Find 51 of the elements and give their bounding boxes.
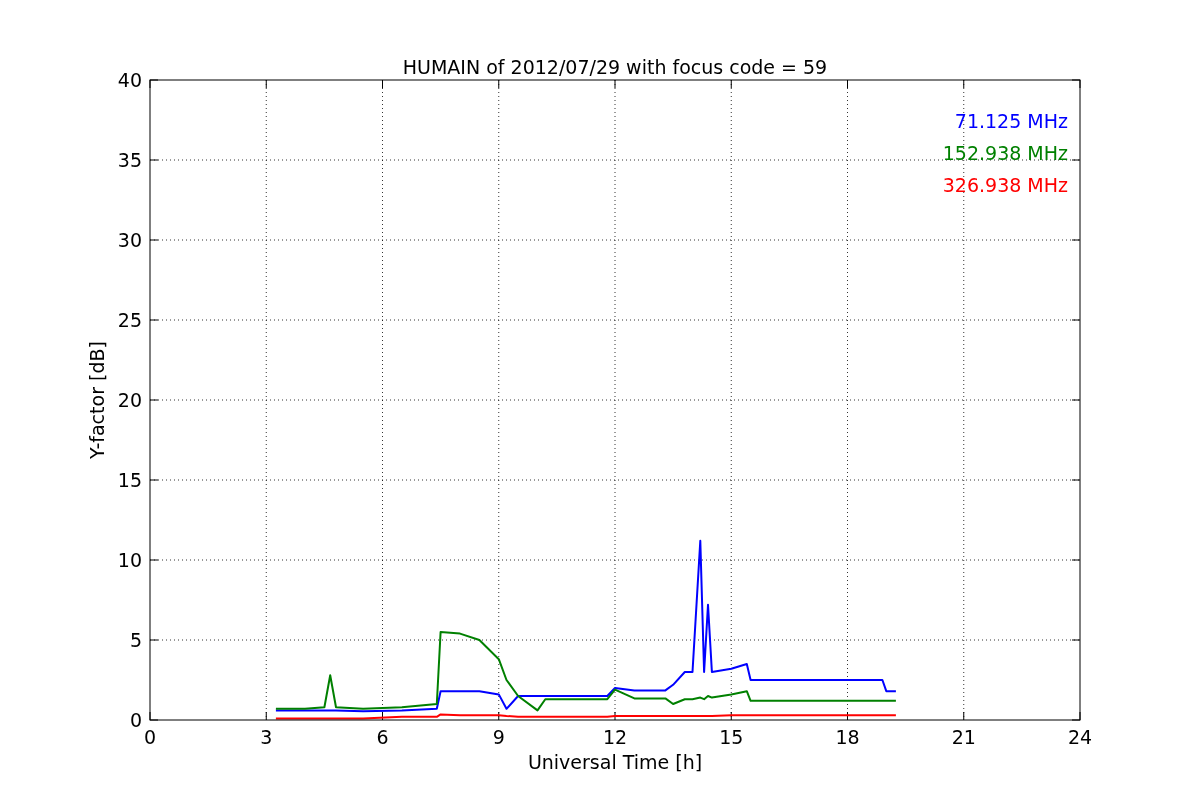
x-axis-label: Universal Time [h] bbox=[527, 751, 703, 773]
x-tick-label: 21 bbox=[951, 726, 976, 748]
tick-mark bbox=[1071, 479, 1081, 481]
y-tick-label: 5 bbox=[129, 629, 142, 651]
tick-mark bbox=[847, 79, 848, 89]
tick-mark bbox=[1071, 559, 1081, 561]
tick-mark bbox=[149, 479, 159, 481]
tick-mark bbox=[1071, 239, 1081, 241]
tick-mark bbox=[149, 639, 159, 641]
tick-mark bbox=[614, 79, 616, 89]
legend-label: 326.938 MHz bbox=[942, 174, 1068, 196]
y-axis-label: Y-factor [dB] bbox=[86, 341, 108, 459]
tick-mark bbox=[149, 239, 159, 241]
x-tick-label: 24 bbox=[1067, 726, 1093, 748]
tick-mark bbox=[498, 711, 500, 721]
x-tick-label: 9 bbox=[492, 726, 505, 748]
tick-mark bbox=[614, 711, 616, 721]
tick-mark bbox=[149, 559, 159, 561]
chart-title: HUMAIN of 2012/07/29 with focus code = 59 bbox=[402, 56, 828, 78]
tick-mark bbox=[1071, 639, 1081, 641]
y-tick-label: 0 bbox=[129, 709, 142, 731]
tick-mark bbox=[1071, 319, 1081, 321]
tick-mark bbox=[265, 711, 267, 721]
legend-label: 152.938 MHz bbox=[942, 142, 1068, 164]
x-tick-label: 18 bbox=[835, 726, 860, 748]
y-tick-label: 30 bbox=[117, 229, 142, 251]
y-tick-label: 20 bbox=[117, 389, 142, 411]
tick-mark bbox=[498, 79, 500, 89]
tick-mark bbox=[1071, 159, 1081, 161]
tick-mark bbox=[149, 399, 159, 401]
tick-mark bbox=[149, 319, 159, 321]
y-tick-label: 40 bbox=[117, 69, 142, 91]
x-tick-label: 3 bbox=[260, 726, 273, 748]
y-tick-label: 35 bbox=[117, 149, 142, 171]
tick-mark bbox=[730, 711, 732, 721]
tick-mark bbox=[963, 711, 965, 721]
x-tick-label: 12 bbox=[602, 726, 628, 748]
legend-label: 71.125 MHz bbox=[954, 110, 1068, 132]
tick-mark bbox=[1071, 399, 1081, 401]
x-tick-label: 6 bbox=[376, 726, 389, 748]
tick-mark bbox=[265, 79, 267, 89]
x-tick-label: 15 bbox=[719, 726, 744, 748]
y-tick-label: 15 bbox=[117, 469, 142, 491]
y-tick-label: 10 bbox=[117, 549, 142, 571]
tick-mark bbox=[730, 79, 732, 89]
tick-mark bbox=[149, 159, 159, 161]
tick-mark bbox=[382, 79, 383, 89]
x-tick-label: 0 bbox=[143, 726, 157, 748]
tick-mark bbox=[847, 711, 848, 721]
tick-mark bbox=[963, 79, 965, 89]
y-tick-label: 25 bbox=[117, 309, 142, 331]
